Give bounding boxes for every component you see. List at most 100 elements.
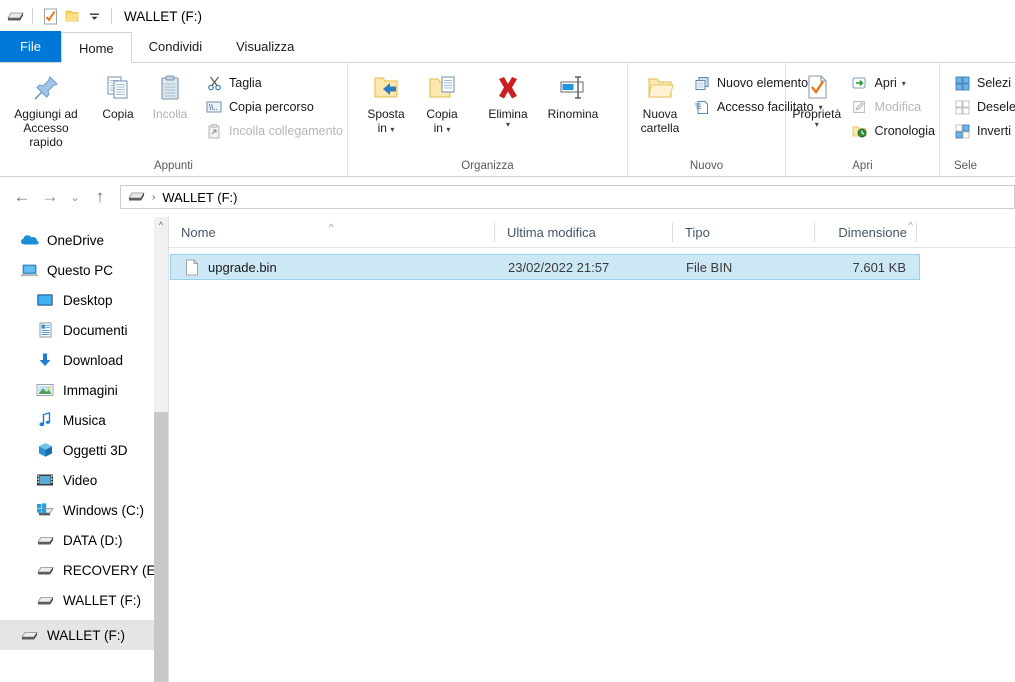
back-button[interactable]: ←	[8, 183, 36, 211]
address-input[interactable]: › WALLET (F:)	[120, 185, 1015, 209]
properties-icon[interactable]	[39, 5, 61, 27]
tab-visualizza[interactable]: Visualizza	[219, 31, 311, 62]
drive-icon-address	[128, 189, 145, 206]
column-header-nome[interactable]: Nome ^	[169, 217, 495, 248]
title-bar: WALLET (F:)	[0, 0, 1015, 32]
this-pc-icon	[18, 260, 40, 280]
main-area: OneDrive Questo PC Desktop Documenti Dow…	[0, 217, 1015, 682]
nav-scrollbar-track[interactable]	[154, 412, 168, 682]
cut-label: Taglia	[229, 76, 262, 90]
address-bar: ← → ⌄ ↑ › WALLET (F:)	[0, 177, 1015, 217]
nav-item-wallet-f[interactable]: WALLET (F:)	[0, 585, 168, 615]
recent-locations-button[interactable]: ⌄	[64, 183, 86, 211]
navigation-pane: OneDrive Questo PC Desktop Documenti Dow…	[0, 217, 168, 682]
move-to-label-2: in ▾	[377, 121, 395, 135]
delete-label: Elimina	[488, 107, 528, 121]
tab-condividi[interactable]: Condividi	[132, 31, 219, 62]
nav-item-questo-pc[interactable]: Questo PC	[0, 255, 168, 285]
new-item-icon	[692, 74, 712, 92]
copy-path-button[interactable]: \\.. Copia percorso	[200, 95, 347, 119]
column-header-tipo[interactable]: Tipo	[673, 217, 815, 248]
windows-drive-icon	[34, 500, 56, 520]
history-button[interactable]: Cronologia	[846, 119, 939, 143]
pin-label-1: Aggiungi ad	[14, 107, 78, 121]
breadcrumb-separator-icon[interactable]: ›	[152, 192, 155, 203]
nav-item-oggetti-3d[interactable]: Oggetti 3D	[0, 435, 168, 465]
properties-icon	[803, 71, 831, 105]
nav-label-wallet-f: WALLET (F:)	[63, 592, 142, 608]
move-to-button[interactable]: Sposta in ▾	[358, 69, 414, 137]
nav-label-musica: Musica	[63, 412, 106, 428]
drive-icon-recovery	[34, 560, 56, 580]
nav-item-recovery-e[interactable]: RECOVERY (E:)	[0, 555, 168, 585]
column-header-ultima-modifica[interactable]: Ultima modifica	[495, 217, 673, 248]
pin-to-quick-access-button[interactable]: Aggiungi ad Accesso rapido	[0, 69, 92, 151]
open-button[interactable]: Apri ▾	[846, 71, 939, 95]
tab-file[interactable]: File	[0, 31, 61, 62]
breadcrumb-path[interactable]: WALLET (F:)	[162, 190, 237, 205]
rename-icon	[556, 71, 590, 105]
copy-to-label-1: Copia	[426, 107, 458, 121]
delete-button[interactable]: Elimina ▾	[478, 69, 538, 130]
paste-shortcut-button[interactable]: Incolla collegamento	[200, 119, 347, 143]
tab-home[interactable]: Home	[60, 32, 132, 63]
nav-item-immagini[interactable]: Immagini	[0, 375, 168, 405]
cell-nome: upgrade.bin	[171, 258, 496, 276]
select-all-button[interactable]: Selezi	[948, 71, 1015, 95]
file-name: upgrade.bin	[208, 259, 277, 275]
table-row[interactable]: upgrade.bin 23/02/2022 21:57 File BIN 7.…	[170, 254, 920, 280]
music-icon	[34, 410, 56, 430]
copy-to-icon	[426, 71, 458, 105]
cut-button[interactable]: Taglia	[200, 71, 347, 95]
invert-selection-button[interactable]: Inverti	[948, 119, 1015, 143]
nav-item-musica[interactable]: Musica	[0, 405, 168, 435]
nav-item-wallet-f-selected[interactable]: WALLET (F:)	[0, 620, 168, 650]
forward-button[interactable]: →	[36, 183, 64, 211]
chevron-down-icon-2: ▾	[446, 125, 451, 134]
nav-item-onedrive[interactable]: OneDrive	[0, 225, 168, 255]
desktop-icon	[34, 290, 56, 310]
copy-to-button[interactable]: Copia in ▾	[414, 69, 470, 137]
new-folder-button[interactable]: Nuova cartella	[634, 69, 686, 137]
paste-icon	[155, 71, 185, 105]
select-none-icon	[952, 98, 972, 116]
ribbon-tabs: File Home Condividi Visualizza	[0, 31, 1015, 63]
drive-icon-wallet	[34, 590, 56, 610]
copy-icon	[103, 71, 133, 105]
column-label-nome: Nome	[181, 224, 216, 240]
nav-item-video[interactable]: Video	[0, 465, 168, 495]
copy-path-label: Copia percorso	[229, 100, 314, 114]
select-none-button[interactable]: Desele	[948, 95, 1015, 119]
up-button[interactable]: ↑	[86, 183, 114, 211]
videos-icon	[34, 470, 56, 490]
nav-item-data-d[interactable]: DATA (D:)	[0, 525, 168, 555]
nav-label-oggetti-3d: Oggetti 3D	[63, 442, 128, 458]
paste-button[interactable]: Incolla	[144, 69, 196, 123]
rename-label: Rinomina	[547, 107, 599, 121]
rename-button[interactable]: Rinomina	[538, 69, 608, 123]
edit-button[interactable]: Modifica	[846, 95, 939, 119]
nav-item-desktop[interactable]: Desktop	[0, 285, 168, 315]
column-header-dimensione[interactable]: Dimensione ^	[815, 217, 917, 248]
nav-item-documenti[interactable]: Documenti	[0, 315, 168, 345]
pictures-icon	[34, 380, 56, 400]
bin-file-icon	[183, 258, 201, 276]
svg-text:\\..: \\..	[209, 103, 218, 112]
scroll-up-icon[interactable]: ^	[154, 217, 168, 233]
nav-item-download[interactable]: Download	[0, 345, 168, 375]
nav-item-windows-c[interactable]: Windows (C:)	[0, 495, 168, 525]
column-divider-4[interactable]	[916, 222, 917, 242]
new-folder-icon[interactable]	[61, 5, 83, 27]
toolbar-separator	[32, 8, 33, 24]
nav-scrollbar[interactable]: ^	[154, 217, 168, 682]
chevron-down-icon: ▾	[390, 125, 395, 134]
nav-label-immagini: Immagini	[63, 382, 118, 398]
copy-button[interactable]: Copia	[92, 69, 144, 123]
open-icon	[850, 74, 870, 92]
properties-button[interactable]: Proprietà ▾	[790, 69, 844, 130]
ribbon-group-apri: Proprietà ▾ Apri ▾ Modifica Cronologia A…	[786, 63, 940, 176]
seleziona-small-commands: Selezi Desele Inverti	[948, 69, 1015, 143]
pin-label-2: Accesso rapido	[23, 121, 69, 149]
customize-dropdown-icon[interactable]	[83, 5, 105, 27]
new-folder-icon	[644, 71, 676, 105]
